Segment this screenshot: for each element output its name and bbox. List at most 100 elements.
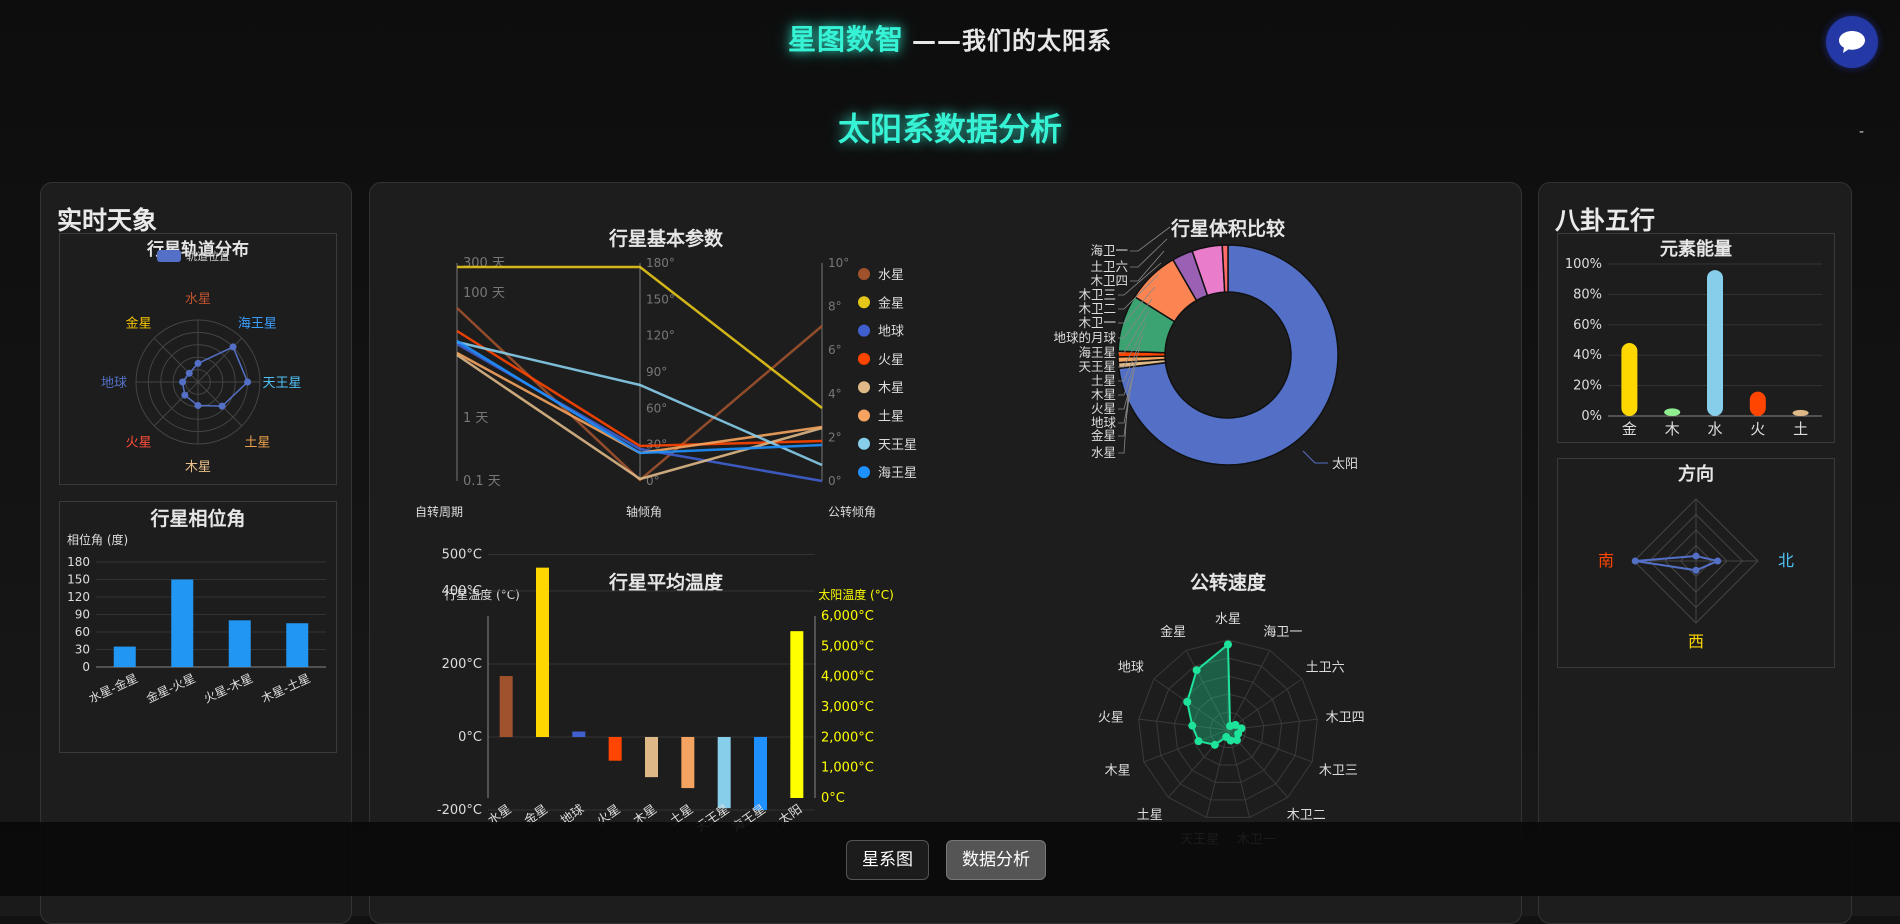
aspect-ytick: 120 (67, 590, 90, 604)
temp-ytick-left: 200°C (442, 657, 482, 672)
direction-label-west: 西 (1688, 632, 1704, 651)
volume-label: 木卫四 (1090, 273, 1128, 288)
energy-ytick: 60% (1573, 318, 1602, 333)
params-tick: 120° (646, 329, 675, 343)
volume-label: 木星 (1091, 387, 1116, 402)
center-panel: 行星基本参数 自转周期 轴倾角 公转倾角 300 天 100 天 1 天 0.1 天 180° 1… (369, 182, 1522, 924)
energy-xtick: 火 (1750, 420, 1765, 438)
orbit-point (218, 402, 226, 410)
right-panel: 八卦五行 元素能量 100% 80% 60% 40% 20% 0% 金木水火土 方向 南北西 (1538, 182, 1852, 924)
volume-leader (1118, 394, 1129, 454)
temp-chart: 行星平均温度行星温度 (°C) 太阳温度 (°C)500°C400°C200°C0… (437, 548, 894, 835)
direction-chart: 南 北西 (1598, 498, 1794, 651)
orbit-point (179, 378, 186, 386)
params-legend-label: 水星 (878, 268, 904, 283)
aspect-bar (286, 623, 309, 667)
speed-axis-label: 火星 (1098, 710, 1124, 725)
speed-point (1194, 737, 1203, 746)
params-axis-name: 轴倾角 (626, 504, 662, 519)
params-tick: 60° (646, 401, 667, 415)
center-charts: 行星基本参数自转周期 轴倾角 公转倾角 300 天 100 天 1 天 0.1 天 180° 1… (415, 217, 1365, 848)
params-legend-dot (858, 268, 870, 280)
orbit-point (244, 378, 252, 386)
params-tick: 0.1 天 (463, 474, 501, 489)
speed-point (1224, 640, 1232, 649)
left-panel: 实时天象 行星轨道分布 轨道位置 水星 海王星 天王星 土星 木星 火星 地球 金星 行星相位角… (40, 182, 352, 924)
params-legend-label: 木星 (878, 381, 904, 396)
energy-ytick: 100% (1565, 257, 1602, 272)
volume-label: 木卫一 (1078, 315, 1116, 330)
speed-point (1192, 666, 1201, 675)
params-legend-label: 海王星 (878, 466, 917, 481)
speed-axis-label: 海卫一 (1263, 625, 1302, 640)
temp-bar (608, 737, 622, 761)
galaxy-view-button[interactable]: 星系图 (846, 840, 929, 880)
params-axis-name: 自转周期 (415, 504, 463, 519)
params-tick: 180° (646, 256, 675, 270)
direction-point (1714, 557, 1722, 565)
aspect-xtick: 水星-金星 (86, 670, 140, 706)
params-axis-name: 公转倾角 (828, 504, 876, 519)
params-tick: 1 天 (463, 411, 488, 426)
direction-label-north: 北 (1778, 551, 1794, 570)
aspect-ylabel: 相位角 (度) (67, 532, 128, 547)
volume-leader (1130, 226, 1171, 252)
volume-label: 海卫一 (1090, 243, 1128, 258)
params-legend-dot (858, 409, 870, 422)
volume-label: 太阳 (1332, 457, 1358, 472)
speed-point (1183, 697, 1192, 706)
orbit-radar: 轨道位置水星海王星天王星土星木星 火星 地球 金星 (101, 249, 302, 475)
orbit-axis-label: 海王星 (238, 317, 277, 332)
temp-ytick-left: 400°C (442, 584, 482, 599)
params-tick: 100 天 (463, 286, 505, 301)
chat-button[interactable] (1826, 16, 1878, 68)
params-tick: 10° (828, 256, 849, 270)
energy-xtick: 土 (1793, 420, 1808, 438)
volume-label: 地球 (1091, 415, 1117, 430)
chat-bubble-icon (1839, 31, 1865, 53)
orbit-point (194, 359, 202, 367)
temp-ytick-left: 500°C (442, 548, 482, 563)
energy-ytick: 40% (1573, 348, 1602, 363)
temp-ytick-right: 0°C (821, 791, 845, 806)
orbit-legend-label: 轨道位置 (186, 249, 230, 263)
speed-axis-label: 木卫二 (1287, 808, 1326, 823)
temp-bar (681, 737, 695, 789)
temp-ytick-right: 4,000°C (821, 670, 874, 685)
energy-ytick: 20% (1573, 379, 1602, 394)
speed-title: 公转速度 (1190, 571, 1267, 594)
page-dash: - (1858, 124, 1864, 140)
aspect-ytick: 90 (75, 608, 90, 622)
params-tick: 4° (828, 387, 842, 401)
right-panel-title: 八卦五行 (1555, 206, 1656, 235)
orbit-legend-swatch (157, 250, 181, 262)
volume-leader (1302, 450, 1328, 464)
direction-series (1635, 555, 1721, 572)
speed-spoke (1227, 650, 1271, 731)
aspect-ytick: 180 (67, 555, 90, 569)
energy-xtick: 金 (1622, 420, 1637, 438)
orbit-card: 行星轨道分布 轨道位置 水星 海王星 天王星 土星 木星 火星 地球 金星 (59, 233, 337, 485)
params-legend-label: 金星 (878, 295, 904, 311)
aspect-xtick: 金星-火星 (144, 670, 198, 706)
energy-bar (1749, 391, 1766, 416)
params-tick: 2° (828, 430, 842, 444)
params-legend-dot (858, 324, 870, 337)
orbit-axis-label: 火星 (126, 435, 152, 450)
aspect-ytick: 60 (75, 625, 90, 639)
temp-ytick-right: 1,000°C (821, 761, 874, 776)
energy-xtick: 木 (1665, 420, 1680, 438)
params-title: 行星基本参数 (608, 227, 724, 250)
orbit-axis-label: 土星 (244, 435, 270, 450)
params-legend-label: 火星 (878, 353, 904, 368)
speed-axis-label: 土卫六 (1306, 660, 1345, 675)
params-legend-label: 土星 (878, 410, 904, 425)
data-analysis-button[interactable]: 数据分析 (946, 840, 1046, 880)
temp-ytick-right: 5,000°C (821, 639, 874, 654)
volume-chart: 行星体积比较太阳 水星 金星地球火星木星土星天王星海王星地球的月球木卫一木卫二木卫三… (1053, 217, 1358, 472)
aspect-bar (228, 620, 251, 667)
aspect-bar (171, 579, 194, 667)
volume-title: 行星体积比较 (1170, 217, 1285, 240)
volume-label: 海王星 (1078, 345, 1116, 360)
aspect-chart: 相位角 (度) 180 150 120 90 60 30 0水星-金星 金星-火星 火星-木星 木星… (67, 532, 326, 706)
